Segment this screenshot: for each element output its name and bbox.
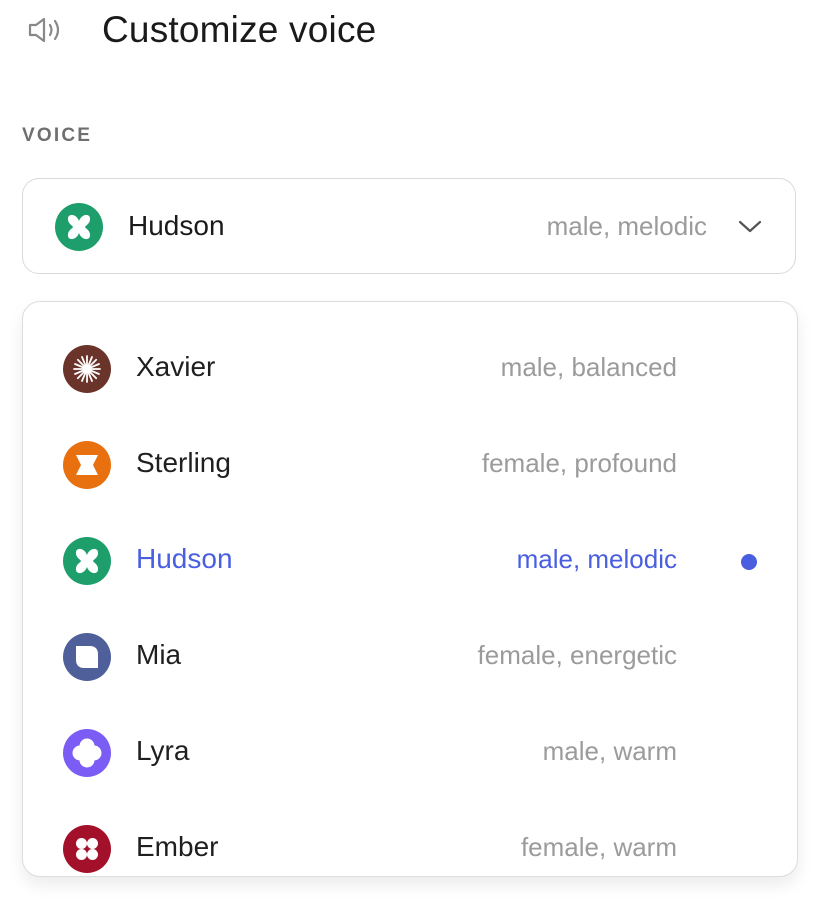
hourglass-icon: [63, 441, 111, 489]
voice-select[interactable]: Hudson male, melodic: [22, 178, 796, 274]
voice-desc: male, melodic: [516, 544, 677, 574]
voice-name: Hudson: [136, 543, 233, 574]
selected-voice-name: Hudson: [128, 210, 225, 241]
starburst-icon: [63, 345, 111, 393]
clover-icon: [63, 537, 111, 585]
chevron-down-icon[interactable]: [737, 215, 763, 237]
voice-desc: male, balanced: [500, 352, 677, 382]
voice-name: Lyra: [136, 735, 190, 766]
voice-name: Xavier: [136, 351, 216, 382]
flower-icon: [63, 729, 111, 777]
voice-option-hudson[interactable]: Hudson male, melodic: [23, 512, 797, 608]
selected-indicator-dot: [741, 554, 757, 570]
page-title: Customize voice: [102, 9, 377, 50]
voice-name: Mia: [136, 639, 182, 670]
voice-option-sterling[interactable]: Sterling female, profound: [23, 416, 797, 512]
voice-option-mia[interactable]: Mia female, energetic: [23, 608, 797, 704]
voice-desc: female, energetic: [477, 640, 677, 670]
voice-name: Sterling: [136, 447, 231, 478]
voice-dropdown-menu: Xavier male, balanced Sterling female, p…: [22, 301, 798, 877]
voice-desc: female, profound: [481, 448, 677, 478]
voice-option-ember[interactable]: Ember female, warm: [23, 800, 797, 876]
voice-section-label: VOICE: [22, 125, 93, 146]
voice-desc: female, warm: [520, 832, 677, 862]
speaker-icon[interactable]: [26, 14, 66, 46]
selected-voice-desc: male, melodic: [546, 211, 707, 241]
clover-icon: [55, 203, 103, 251]
leaf-icon: [63, 633, 111, 681]
voice-option-lyra[interactable]: Lyra male, warm: [23, 704, 797, 800]
header: Customize voice: [0, 0, 820, 60]
voice-name: Ember: [136, 831, 219, 862]
quatrefoil-icon: [63, 825, 111, 873]
voice-option-xavier[interactable]: Xavier male, balanced: [23, 320, 797, 416]
voice-desc: male, warm: [542, 736, 677, 766]
